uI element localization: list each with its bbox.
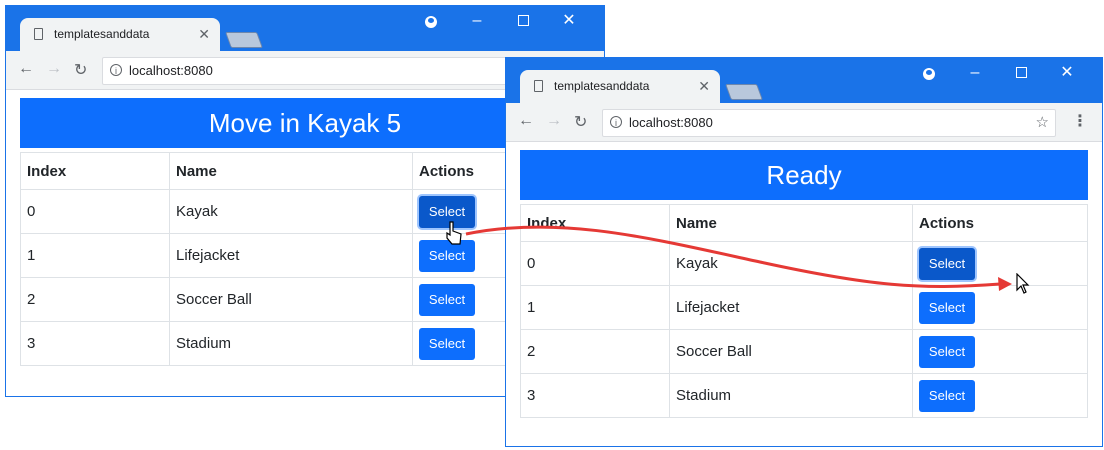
- status-banner: Ready: [520, 150, 1088, 200]
- row-index: 1: [520, 285, 670, 330]
- page-icon: [534, 80, 543, 92]
- back-icon[interactable]: ←: [18, 60, 34, 78]
- tab-title: templatesanddata: [554, 79, 650, 93]
- back-icon[interactable]: ←: [518, 112, 534, 130]
- row-name: Stadium: [169, 321, 413, 366]
- forward-icon[interactable]: →: [546, 112, 562, 130]
- browser-tab[interactable]: templatesanddata ✕: [520, 70, 720, 103]
- select-button[interactable]: Select: [919, 247, 975, 280]
- title-bar: templatesanddata ✕ – ✕: [6, 6, 604, 51]
- column-header-actions: Actions: [912, 204, 1088, 242]
- row-index: 2: [20, 277, 170, 322]
- select-button[interactable]: Select: [919, 379, 975, 412]
- new-tab-button[interactable]: [225, 32, 263, 48]
- minimize-icon[interactable]: –: [952, 58, 998, 93]
- forward-icon[interactable]: →: [46, 60, 62, 78]
- row-index: 0: [20, 189, 170, 234]
- new-tab-button[interactable]: [725, 84, 763, 100]
- select-button[interactable]: Select: [919, 335, 975, 368]
- row-name: Soccer Ball: [669, 329, 913, 374]
- row-index: 2: [520, 329, 670, 374]
- minimize-icon[interactable]: –: [454, 6, 500, 41]
- row-index: 3: [520, 373, 670, 418]
- close-window-icon[interactable]: ✕: [1044, 58, 1090, 93]
- account-icon[interactable]: [408, 6, 454, 41]
- account-icon[interactable]: [906, 58, 952, 93]
- select-button[interactable]: Select: [419, 283, 475, 316]
- address-text: localhost:8080: [629, 115, 713, 130]
- select-button[interactable]: Select: [919, 291, 975, 324]
- reload-icon[interactable]: ↻: [574, 112, 587, 132]
- row-name: Soccer Ball: [169, 277, 413, 322]
- row-index: 0: [520, 241, 670, 286]
- star-icon[interactable]: ☆: [1036, 110, 1049, 136]
- column-header-index: Index: [520, 204, 670, 242]
- table-row: 0 Kayak Select: [520, 241, 1088, 286]
- maximize-icon[interactable]: [500, 6, 546, 41]
- row-name: Lifejacket: [169, 233, 413, 278]
- column-header-name: Name: [669, 204, 913, 242]
- column-header-name: Name: [169, 152, 413, 190]
- address-bar[interactable]: i localhost:8080 ☆: [602, 109, 1056, 137]
- info-icon[interactable]: i: [110, 64, 122, 76]
- menu-icon[interactable]: ⋮: [1072, 111, 1088, 131]
- cursor-icon: [1016, 273, 1030, 294]
- browser-toolbar: ← → ↻ i localhost:8080 ☆ ⋮: [506, 103, 1102, 142]
- column-header-index: Index: [20, 152, 170, 190]
- select-button[interactable]: Select: [419, 327, 475, 360]
- maximize-icon[interactable]: [998, 58, 1044, 93]
- browser-tab[interactable]: templatesanddata ✕: [20, 18, 220, 51]
- row-name: Kayak: [669, 241, 913, 286]
- cursor-icon: [446, 221, 462, 245]
- row-index: 1: [20, 233, 170, 278]
- info-icon[interactable]: i: [610, 116, 622, 128]
- row-index: 3: [20, 321, 170, 366]
- table-row: 2 Soccer Ball Select: [520, 329, 1088, 374]
- row-name: Stadium: [669, 373, 913, 418]
- close-icon[interactable]: ✕: [198, 18, 210, 51]
- table-row: 1 Lifejacket Select: [520, 285, 1088, 330]
- product-table: Index Name Actions 0 Kayak Select 1 Life…: [520, 204, 1088, 418]
- reload-icon[interactable]: ↻: [74, 60, 87, 80]
- close-icon[interactable]: ✕: [698, 70, 710, 103]
- tab-title: templatesanddata: [54, 27, 150, 41]
- browser-window-after: templatesanddata ✕ – ✕ ← → ↻ i localhost…: [505, 57, 1103, 447]
- table-row: 3 Stadium Select: [520, 373, 1088, 418]
- table-header-row: Index Name Actions: [520, 204, 1088, 242]
- close-window-icon[interactable]: ✕: [546, 6, 592, 41]
- address-text: localhost:8080: [129, 63, 213, 78]
- row-name: Kayak: [169, 189, 413, 234]
- row-name: Lifejacket: [669, 285, 913, 330]
- address-bar[interactable]: i localhost:8080: [102, 57, 558, 85]
- title-bar: templatesanddata ✕ – ✕: [506, 58, 1102, 103]
- page-icon: [34, 28, 43, 40]
